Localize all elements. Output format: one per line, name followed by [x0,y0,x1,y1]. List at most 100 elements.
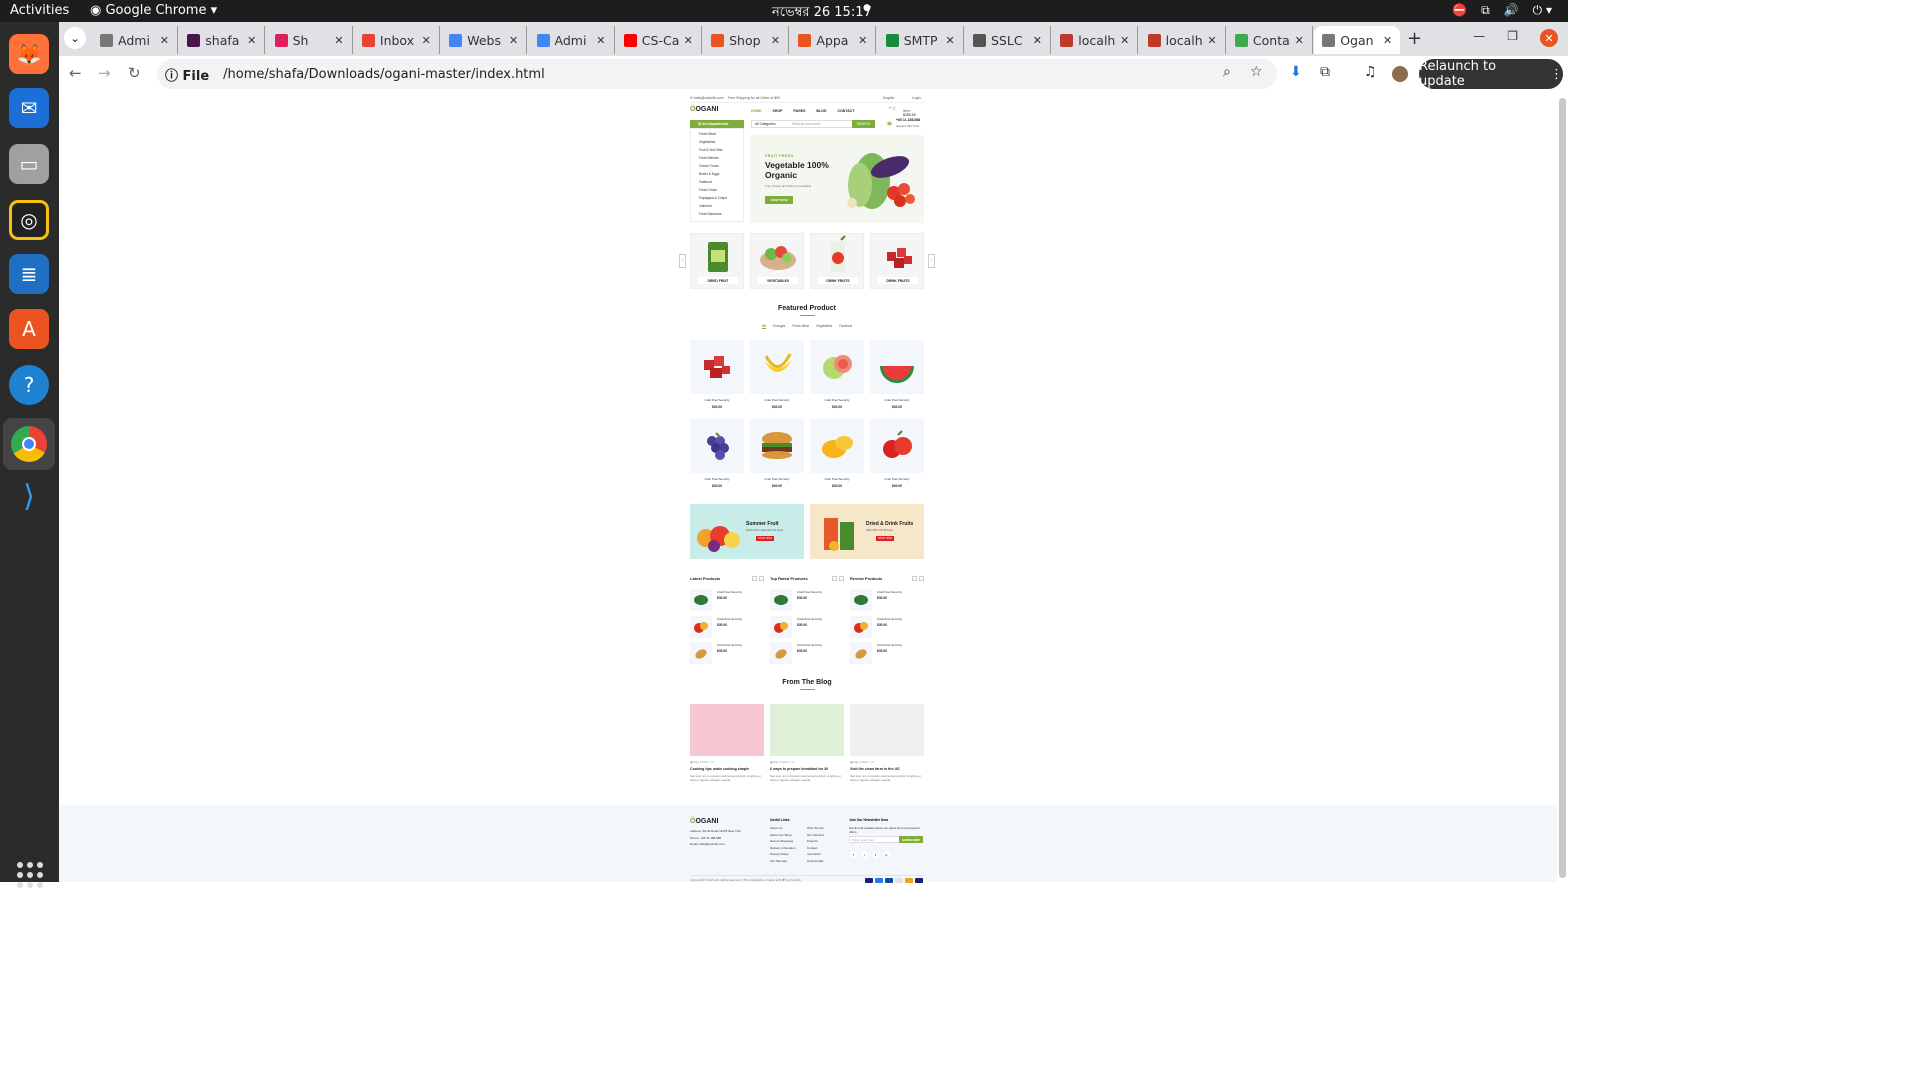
filter-fastfood[interactable]: Fastfood [839,324,852,329]
product-card[interactable]: Crab Pool Security $30.00 [870,340,924,409]
all-departments-button[interactable]: ☰ All departments [690,120,744,128]
back-button[interactable]: ← [69,64,82,82]
footer-link[interactable]: Who We Are [807,826,824,833]
writer-icon[interactable]: ≣ [9,254,49,294]
browser-tab[interactable]: SSLC ✕ [965,26,1051,54]
hero-shop-button[interactable]: SHOP NOW [765,196,793,204]
browser-tab[interactable]: Webs ✕ [441,26,528,54]
nav-pages[interactable]: PAGES [793,109,805,113]
browser-tab[interactable]: localh ✕ [1140,26,1226,54]
url-text[interactable]: /home/shafa/Downloads/ogani-master/index… [223,67,545,82]
tab-close-icon[interactable]: ✕ [1295,34,1304,47]
list-item[interactable]: Crab Pool Security $30.00 [770,589,844,611]
footer-link[interactable]: Delivery infomation [770,846,796,853]
browser-tab[interactable]: CS-Ca ✕ [616,26,702,54]
department-item[interactable]: Butter & Eggs [699,172,743,180]
extensions-icon[interactable]: ⧉ [1320,64,1330,80]
facebook-icon[interactable]: f [850,851,857,858]
zoom-icon[interactable]: ⌕ [1223,64,1231,80]
banner-shop-button[interactable]: SHOP NOW [756,536,774,541]
close-window-button[interactable]: ✕ [1540,29,1558,47]
tab-close-icon[interactable]: ✕ [1207,34,1216,47]
banner-shop-button[interactable]: SHOP NOW [876,536,894,541]
instagram-icon[interactable]: i [861,851,868,858]
product-name[interactable]: Crab Pool Security [810,477,864,481]
tab-close-icon[interactable]: ✕ [1033,34,1042,47]
list-item[interactable]: Crab Pool Security $30.00 [850,642,924,664]
nav-shop[interactable]: SHOP [773,109,783,113]
firefox-icon[interactable]: 🦊 [9,34,49,74]
files-icon[interactable]: ▭ [9,144,49,184]
browser-tab[interactable]: Admi ✕ [92,26,178,54]
footer-link[interactable]: About Our Shop [770,833,796,840]
product-name[interactable]: Crab Pool Security [750,477,804,481]
tab-close-icon[interactable]: ✕ [945,34,954,47]
dried-drink-banner[interactable]: Dried & Drink Fruits With 25% Off All Te… [810,504,924,559]
summer-fruit-banner[interactable]: Summer Fruit 100% Pure Natural Fruit Jui… [690,504,804,559]
categories-prev-arrow[interactable]: ‹ [679,254,686,268]
department-item[interactable]: Oatmeal [699,204,743,212]
vscode-icon[interactable]: ⟩ [9,476,49,516]
product-card[interactable]: Crab Pool Security $30.00 [750,340,804,409]
list-next-button[interactable] [759,576,764,581]
list-item[interactable]: Crab Pool Security $30.00 [770,615,844,638]
twitter-icon[interactable]: t [872,851,879,858]
product-name[interactable]: Crab Pool Security [870,477,924,481]
footer-link[interactable]: About Us [770,826,796,833]
list-item[interactable]: Crab Pool Security $30.00 [850,589,924,611]
product-card[interactable]: Crab Pool Security $30.00 [810,340,864,409]
app-menu[interactable]: ◉ Google Chrome ▾ [90,3,217,18]
filter-vegetables[interactable]: Vegetables [816,324,832,329]
blog-title[interactable]: Visit the clean farm in the US [850,767,924,771]
tab-close-icon[interactable]: ✕ [422,34,431,47]
scrollbar[interactable] [1559,98,1566,878]
filter-fresh-meat[interactable]: Fresh Meat [792,324,809,329]
tab-close-icon[interactable]: ✕ [334,34,343,47]
list-prev-button[interactable] [832,576,837,581]
activities-button[interactable]: Activities [10,3,69,18]
search-button[interactable]: SEARCH [852,120,875,128]
department-item[interactable]: Fresh Berries [699,156,743,164]
department-item[interactable]: Fruit & Nut Gifts [699,148,743,156]
department-item[interactable]: Fastfood [699,180,743,188]
login-link[interactable]: Login [912,96,921,100]
pinterest-icon[interactable]: p [883,851,890,858]
browser-tab[interactable]: Sh ✕ [267,26,353,54]
footer-link[interactable]: Secure Shopping [770,839,796,846]
rhythmbox-icon[interactable]: ◎ [9,200,49,240]
department-item[interactable]: Fresh Bananas [699,212,743,220]
product-name[interactable]: Crab Pool Security [690,477,744,481]
minimize-button[interactable]: — [1473,29,1485,47]
product-card[interactable]: Crab Pool Security $30.00 [870,419,924,488]
browser-tab[interactable]: Shop ✕ [703,26,790,54]
tab-close-icon[interactable]: ✕ [858,34,867,47]
blog-title[interactable]: Cooking tips make cooking simple [690,767,764,771]
profile-avatar[interactable] [1392,66,1408,82]
blog-title[interactable]: 6 ways to prepare breakfast for 30 [770,767,844,771]
help-icon[interactable]: ? [9,365,49,405]
tab-close-icon[interactable]: ✕ [509,34,518,47]
address-bar[interactable]: ⓘ File /home/shafa/Downloads/ogani-maste… [157,59,1277,89]
system-tray[interactable]: ⛔ ⧉ 🔊 ⏻ ▾ [1452,3,1552,18]
browser-tab[interactable]: Inbox ✕ [354,26,440,54]
list-item[interactable]: Crab Pool Security $30.00 [850,615,924,638]
category-card[interactable]: DRIED FRUIT [690,233,744,289]
product-name[interactable]: Crab Pool Security [750,398,804,402]
browser-tab[interactable]: localh ✕ [1052,26,1139,54]
category-card[interactable]: DRINK FRUITS [870,233,924,289]
footer-link[interactable]: Contact [807,846,824,853]
blog-card[interactable]: ▦ May 4,2019 ▢ 5 6 ways to prepare breakf… [770,704,844,782]
list-prev-button[interactable] [752,576,757,581]
clock[interactable]: নভেম্বর 26 15:17 [772,3,872,24]
restore-button[interactable]: ❐ [1507,29,1518,47]
site-info-icon[interactable]: ⓘ File [165,65,209,84]
category-card[interactable]: VEGETABLES [750,233,804,289]
new-tab-button[interactable]: + [1407,28,1422,49]
department-item[interactable]: Vegetables [699,140,743,148]
categories-next-arrow[interactable]: › [928,254,935,268]
list-item[interactable]: Crab Pool Security $30.00 [770,642,844,664]
department-item[interactable]: Fresh Meat [699,132,743,140]
product-card[interactable]: Crab Pool Security $30.00 [810,419,864,488]
list-prev-button[interactable] [912,576,917,581]
footer-link[interactable]: Testimonials [807,859,824,866]
